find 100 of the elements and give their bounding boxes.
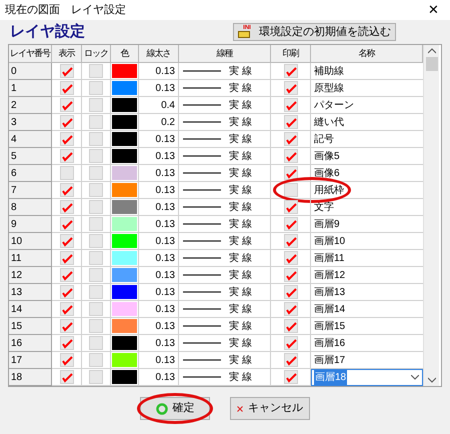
color-swatch[interactable] — [112, 98, 137, 112]
color-swatch[interactable] — [112, 319, 137, 333]
circle-icon — [156, 402, 168, 414]
checkbox[interactable] — [284, 302, 298, 316]
line-width-cell: 0.13 — [139, 216, 179, 233]
checkbox[interactable] — [89, 319, 103, 333]
checkbox[interactable] — [60, 183, 74, 197]
checkbox[interactable] — [284, 353, 298, 367]
color-swatch[interactable] — [112, 285, 137, 299]
line-sample-icon — [183, 308, 221, 310]
color-swatch[interactable] — [112, 336, 137, 350]
checkbox[interactable] — [284, 98, 298, 112]
confirm-button[interactable]: 確定 — [140, 397, 210, 420]
checkbox[interactable] — [284, 217, 298, 231]
checkbox[interactable] — [60, 336, 74, 350]
color-swatch[interactable] — [112, 183, 137, 197]
checkbox[interactable] — [89, 166, 103, 180]
layer-number-cell: 6 — [9, 165, 52, 182]
checkbox[interactable] — [284, 268, 298, 282]
checkbox[interactable] — [89, 234, 103, 248]
checkbox[interactable] — [60, 132, 74, 146]
checkbox[interactable] — [89, 285, 103, 299]
checkbox[interactable] — [284, 319, 298, 333]
checkbox[interactable] — [60, 217, 74, 231]
checkbox[interactable] — [284, 234, 298, 248]
color-swatch[interactable] — [112, 217, 137, 231]
checkbox[interactable] — [60, 268, 74, 282]
checkbox[interactable] — [60, 81, 74, 95]
checkbox[interactable] — [89, 183, 103, 197]
check-icon — [284, 235, 296, 247]
check-icon — [60, 303, 72, 315]
checkbox[interactable] — [284, 336, 298, 350]
close-button[interactable]: ✕ — [422, 0, 445, 20]
color-swatch[interactable] — [112, 149, 137, 163]
line-sample-icon — [183, 138, 221, 140]
checkbox[interactable] — [89, 251, 103, 265]
checkbox[interactable] — [284, 285, 298, 299]
checkbox[interactable] — [89, 98, 103, 112]
color-swatch[interactable] — [112, 251, 137, 265]
checkbox[interactable] — [60, 149, 74, 163]
checkbox[interactable] — [284, 149, 298, 163]
checkbox[interactable] — [89, 200, 103, 214]
scroll-thumb[interactable] — [426, 57, 438, 71]
checkbox[interactable] — [60, 319, 74, 333]
checkbox[interactable] — [284, 200, 298, 214]
checkbox[interactable] — [60, 166, 74, 180]
line-width-cell: 0.2 — [139, 114, 179, 131]
checkbox[interactable] — [60, 302, 74, 316]
line-width-cell: 0.13 — [139, 267, 179, 284]
checkbox[interactable] — [60, 115, 74, 129]
checkbox[interactable] — [89, 217, 103, 231]
color-swatch[interactable] — [112, 268, 137, 282]
color-swatch[interactable] — [112, 302, 137, 316]
checkbox[interactable] — [284, 81, 298, 95]
checkbox[interactable] — [89, 115, 103, 129]
name-dropdown[interactable]: 画層18 — [311, 369, 423, 386]
cancel-button[interactable]: キャンセル — [230, 397, 310, 420]
checkbox[interactable] — [60, 353, 74, 367]
checkbox[interactable] — [89, 149, 103, 163]
layer-number-cell: 11 — [9, 250, 52, 267]
checkbox[interactable] — [60, 370, 74, 384]
checkbox[interactable] — [89, 81, 103, 95]
color-swatch[interactable] — [112, 115, 137, 129]
checkbox[interactable] — [60, 64, 74, 78]
checkbox[interactable] — [60, 251, 74, 265]
check-icon — [284, 167, 296, 179]
color-swatch[interactable] — [112, 64, 137, 78]
color-swatch[interactable] — [112, 166, 137, 180]
line-sample-icon — [183, 325, 221, 327]
scrollbar[interactable] — [423, 45, 439, 386]
checkbox[interactable] — [89, 132, 103, 146]
line-type-text: 実 線 — [229, 166, 252, 180]
color-swatch[interactable] — [112, 353, 137, 367]
checkbox[interactable] — [89, 268, 103, 282]
line-type-text: 実 線 — [229, 98, 252, 112]
checkbox[interactable] — [284, 64, 298, 78]
checkbox[interactable] — [60, 234, 74, 248]
color-swatch[interactable] — [112, 370, 137, 384]
color-swatch[interactable] — [112, 234, 137, 248]
checkbox[interactable] — [89, 302, 103, 316]
check-icon — [60, 252, 72, 264]
color-swatch[interactable] — [112, 132, 137, 146]
line-sample-icon — [183, 342, 221, 344]
checkbox[interactable] — [60, 285, 74, 299]
checkbox[interactable] — [89, 336, 103, 350]
checkbox[interactable] — [284, 183, 298, 197]
dialog-heading: レイヤ設定 — [10, 22, 85, 42]
check-icon — [284, 201, 296, 213]
checkbox[interactable] — [89, 370, 103, 384]
checkbox[interactable] — [89, 353, 103, 367]
checkbox[interactable] — [284, 166, 298, 180]
checkbox[interactable] — [284, 132, 298, 146]
checkbox[interactable] — [284, 251, 298, 265]
checkbox[interactable] — [60, 98, 74, 112]
color-swatch[interactable] — [112, 81, 137, 95]
checkbox[interactable] — [284, 115, 298, 129]
checkbox[interactable] — [89, 64, 103, 78]
color-swatch[interactable] — [112, 200, 137, 214]
checkbox[interactable] — [284, 370, 298, 384]
checkbox[interactable] — [60, 200, 74, 214]
